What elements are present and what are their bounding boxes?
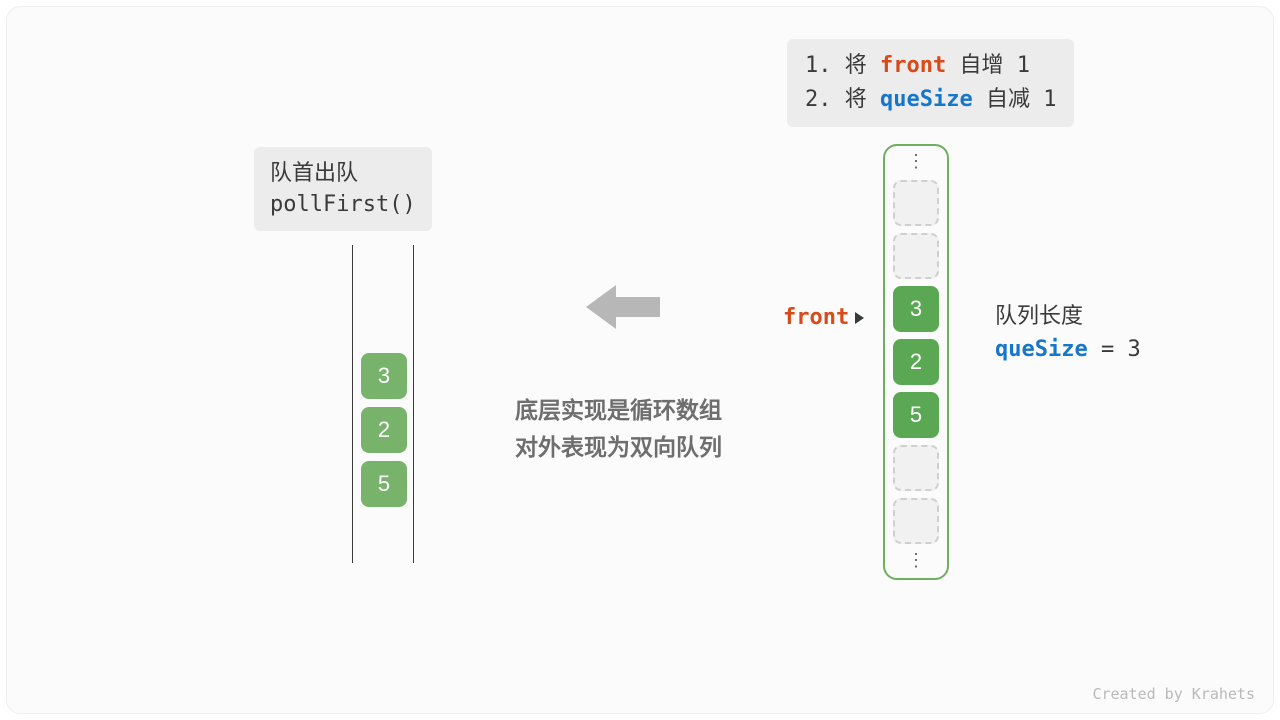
poll-first-method: pollFirst() xyxy=(270,189,416,221)
vertical-ellipsis-icon: ⋮ xyxy=(907,551,925,572)
ring-slot: 2 xyxy=(893,339,939,385)
ring-slot-empty xyxy=(893,180,939,226)
front-pointer-label: front xyxy=(783,305,849,330)
step-2-prefix: 2. 将 xyxy=(805,87,880,112)
step-1-suffix: 自增 1 xyxy=(946,53,1030,78)
caption-line-1: 底层实现是循环数组 xyxy=(515,392,722,429)
front-keyword: front xyxy=(880,53,946,78)
poll-first-label: 队首出队 pollFirst() xyxy=(254,147,432,231)
deque-cell: 2 xyxy=(361,407,407,453)
step-1: 1. 将 front 自增 1 xyxy=(805,49,1056,83)
quesize-keyword: queSize xyxy=(880,87,973,112)
ring-slot: 5 xyxy=(893,392,939,438)
deque-cell: 5 xyxy=(361,461,407,507)
step-1-prefix: 1. 将 xyxy=(805,53,880,78)
deque-cell: 3 xyxy=(361,353,407,399)
front-pointer: front xyxy=(783,305,864,330)
quesize-value: 3 xyxy=(1127,337,1140,362)
quesize-var: queSize xyxy=(995,337,1088,362)
ring-slot-front: 3 xyxy=(893,286,939,332)
credit-text: Created by Krahets xyxy=(1092,685,1255,703)
quesize-annotation: 队列长度 queSize = 3 xyxy=(995,299,1141,367)
quesize-eq: = xyxy=(1088,337,1128,362)
ring-array: ⋮ 3 2 5 ⋮ xyxy=(883,144,949,580)
quesize-expr: queSize = 3 xyxy=(995,333,1141,367)
diagram-canvas: 队首出队 pollFirst() 1. 将 front 自增 1 2. 将 qu… xyxy=(6,6,1274,714)
steps-box: 1. 将 front 自增 1 2. 将 queSize 自减 1 xyxy=(787,39,1074,127)
implementation-caption: 底层实现是循环数组 对外表现为双向队列 xyxy=(515,392,722,466)
ring-slot-empty xyxy=(893,233,939,279)
abstract-deque-stack: 3 2 5 xyxy=(361,353,407,507)
arrow-left-icon xyxy=(586,279,660,340)
step-2-suffix: 自减 1 xyxy=(973,87,1057,112)
ring-slot-empty xyxy=(893,498,939,544)
ring-slot-empty xyxy=(893,445,939,491)
abstract-deque: 3 2 5 xyxy=(352,245,414,563)
step-2: 2. 将 queSize 自减 1 xyxy=(805,83,1056,117)
caption-line-2: 对外表现为双向队列 xyxy=(515,429,722,466)
poll-first-title: 队首出队 xyxy=(270,157,416,189)
pointer-arrow-icon xyxy=(855,312,864,324)
vertical-ellipsis-icon: ⋮ xyxy=(907,152,925,173)
quesize-title: 队列长度 xyxy=(995,299,1141,333)
